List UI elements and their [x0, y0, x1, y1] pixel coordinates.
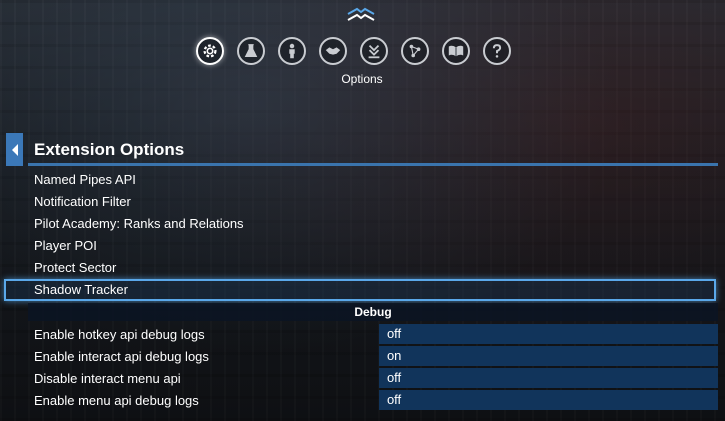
- nav-encyclopedia-button[interactable]: [442, 37, 470, 65]
- download-icon: [368, 44, 380, 59]
- debug-option-label: Enable menu api debug logs: [34, 392, 199, 408]
- debug-row: Enable interact api debug logs on: [28, 345, 718, 367]
- menu-api-debug-dropdown[interactable]: off: [378, 390, 718, 410]
- nav-diplomacy-button[interactable]: [319, 37, 347, 65]
- nav-player-button[interactable]: [278, 37, 306, 65]
- page-title: Extension Options: [34, 140, 185, 159]
- debug-options: Enable hotkey api debug logs off Enable …: [28, 323, 718, 411]
- extension-item-shadow-tracker[interactable]: Shadow Tracker: [4, 279, 716, 301]
- debug-section-header: Debug: [28, 303, 718, 321]
- main-menu-nav: [196, 37, 511, 67]
- hotkey-api-debug-dropdown[interactable]: off: [378, 324, 718, 344]
- person-icon: [289, 43, 295, 59]
- extension-item-notification-filter[interactable]: Notification Filter: [28, 191, 718, 213]
- extension-item-protect-sector[interactable]: Protect Sector: [28, 257, 718, 279]
- title-divider: [28, 163, 718, 166]
- interact-menu-api-dropdown[interactable]: off: [378, 368, 718, 388]
- gear-icon: [203, 44, 217, 58]
- extension-list: Named Pipes API Notification Filter Pilo…: [4, 169, 718, 301]
- handshake-icon: [325, 47, 341, 55]
- chevron-left-icon: [11, 143, 18, 156]
- interact-api-debug-dropdown[interactable]: on: [378, 346, 718, 366]
- debug-row: Enable hotkey api debug logs off: [28, 323, 718, 345]
- nav-research-button[interactable]: [237, 37, 265, 65]
- nav-active-label: Options: [341, 72, 383, 86]
- extension-item-pilot-academy[interactable]: Pilot Academy: Ranks and Relations: [28, 213, 718, 235]
- debug-option-label: Disable interact menu api: [34, 370, 181, 386]
- debug-row: Disable interact menu api off: [28, 367, 718, 389]
- network-icon: [409, 44, 421, 58]
- nav-empire-button[interactable]: [401, 37, 429, 65]
- nav-help-button[interactable]: [483, 37, 511, 65]
- back-button[interactable]: [6, 133, 23, 166]
- help-icon: [492, 44, 502, 58]
- extension-item-named-pipes-api[interactable]: Named Pipes API: [28, 169, 718, 191]
- debug-option-label: Enable interact api debug logs: [34, 348, 209, 364]
- extension-item-player-poi[interactable]: Player POI: [28, 235, 718, 257]
- flask-icon: [244, 44, 258, 57]
- debug-option-label: Enable hotkey api debug logs: [34, 326, 205, 342]
- nav-transactions-button[interactable]: [360, 37, 388, 65]
- debug-row: Enable menu api debug logs off: [28, 389, 718, 411]
- book-icon: [448, 45, 464, 57]
- game-logo-icon: [347, 7, 375, 21]
- nav-options-button[interactable]: [196, 37, 224, 65]
